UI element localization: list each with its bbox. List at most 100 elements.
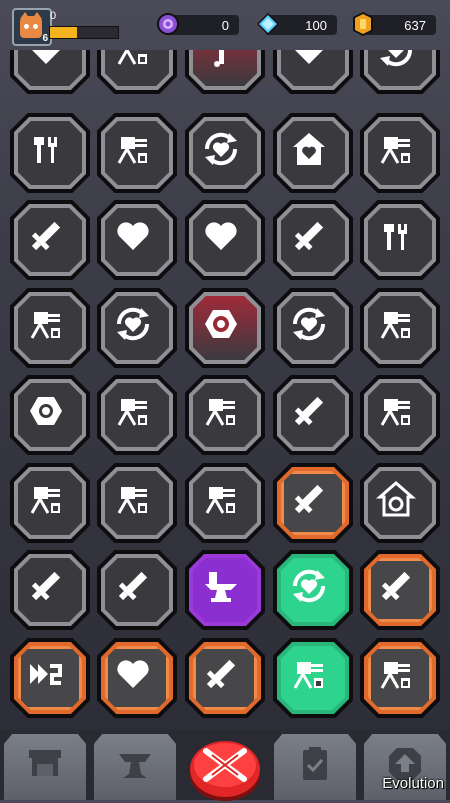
- tile-heart[interactable]: [97, 638, 177, 718]
- tile-heart-cycle[interactable]: [360, 50, 440, 94]
- tile-sword[interactable]: [273, 463, 353, 543]
- tile-turret[interactable]: [10, 463, 90, 543]
- tile-heart[interactable]: [273, 50, 353, 94]
- tile-sword[interactable]: [185, 638, 265, 718]
- gold-currency[interactable]: 637: [353, 12, 436, 36]
- home-refresh-icon: [376, 481, 416, 517]
- tile-turret[interactable]: [185, 375, 265, 455]
- gold-value: 637: [404, 18, 426, 33]
- sword-icon: [31, 221, 61, 251]
- tile-sword[interactable]: [360, 550, 440, 630]
- xp-value: 0: [50, 10, 57, 22]
- turret-upgrade-icon: [117, 399, 147, 426]
- tile-heart-cycle[interactable]: [97, 288, 177, 368]
- anvil-icon: [119, 754, 151, 778]
- sword-icon: [294, 484, 324, 514]
- tile-heart-cycle[interactable]: [185, 113, 265, 193]
- heart-refresh-icon: [292, 569, 326, 603]
- merge-board: [0, 50, 450, 730]
- tile-heart[interactable]: [10, 50, 90, 94]
- tile-sword[interactable]: [10, 550, 90, 630]
- heart-icon: [293, 50, 325, 64]
- turret-upgrade-icon: [205, 487, 235, 514]
- nav-evolution-button[interactable]: Evolution: [364, 734, 446, 800]
- nav-shop-button[interactable]: [4, 734, 86, 800]
- tile-turret[interactable]: [10, 288, 90, 368]
- tile-sword[interactable]: [10, 200, 90, 280]
- hammer-tools-icon: [384, 224, 407, 250]
- hammer-tools-icon: [34, 137, 57, 163]
- turret-upgrade-icon: [205, 399, 235, 426]
- tile-nut[interactable]: [10, 375, 90, 455]
- purple-coin-icon: [157, 13, 179, 35]
- tile-sword[interactable]: [273, 200, 353, 280]
- top-bar: 6 0 0 100 637: [0, 0, 450, 50]
- fox-face-icon: [20, 12, 42, 38]
- nav-missions-button[interactable]: [274, 734, 356, 800]
- anvil-icon: [205, 572, 237, 602]
- tile-x2[interactable]: [10, 638, 90, 718]
- tile-turret[interactable]: [97, 50, 177, 94]
- turret-upgrade-icon: [30, 487, 60, 514]
- purple-currency[interactable]: 0: [157, 13, 239, 35]
- sword-icon: [294, 221, 324, 251]
- tile-home-cycle[interactable]: [360, 463, 440, 543]
- tile-tools[interactable]: [10, 113, 90, 193]
- nav-evolution-label: Evolution: [382, 775, 444, 792]
- turret-upgrade-icon: [117, 50, 147, 65]
- sword-icon: [294, 396, 324, 426]
- tile-sword[interactable]: [273, 375, 353, 455]
- turret-upgrade-icon: [380, 662, 410, 689]
- tile-turret[interactable]: [273, 638, 353, 718]
- tile-turret[interactable]: [97, 113, 177, 193]
- heart-refresh-icon: [204, 132, 238, 166]
- tile-home-heart[interactable]: [273, 113, 353, 193]
- tile-turret[interactable]: [360, 113, 440, 193]
- tile-turret[interactable]: [360, 375, 440, 455]
- tile-anvil[interactable]: [185, 550, 265, 630]
- tile-turret[interactable]: [360, 638, 440, 718]
- diamond-value: 100: [305, 18, 327, 33]
- diamond-icon: [257, 13, 279, 35]
- sword-icon: [31, 571, 61, 601]
- speed-x2-icon: [30, 664, 62, 685]
- tile-heart[interactable]: [97, 200, 177, 280]
- heart-refresh-icon: [379, 50, 413, 67]
- shop-icon: [29, 750, 61, 776]
- tile-turret[interactable]: [97, 375, 177, 455]
- xp-bar: [49, 26, 119, 39]
- turret-upgrade-icon: [117, 487, 147, 514]
- home-heart-icon: [293, 133, 325, 165]
- tile-turret[interactable]: [97, 463, 177, 543]
- turret-upgrade-icon: [380, 399, 410, 426]
- tile-turret[interactable]: [185, 463, 265, 543]
- battle-button[interactable]: [188, 735, 262, 803]
- gold-coin-icon: [353, 12, 373, 36]
- sword-icon: [381, 571, 411, 601]
- player-level: 6: [42, 33, 48, 44]
- tile-heart-cycle[interactable]: [273, 288, 353, 368]
- turret-upgrade-icon: [30, 312, 60, 339]
- meat-icon: [214, 50, 224, 67]
- clipboard-icon: [303, 747, 327, 780]
- turret-upgrade-icon: [380, 312, 410, 339]
- tile-turret[interactable]: [360, 288, 440, 368]
- heart-refresh-icon: [292, 307, 326, 341]
- turret-upgrade-icon: [380, 137, 410, 164]
- tile-heart-cycle[interactable]: [273, 550, 353, 630]
- tile-sword[interactable]: [97, 550, 177, 630]
- turret-upgrade-icon: [293, 662, 323, 689]
- heart-icon: [205, 222, 237, 250]
- heart-icon: [30, 50, 62, 64]
- purple-currency-value: 0: [221, 18, 229, 33]
- tile-tools[interactable]: [360, 200, 440, 280]
- tile-heart[interactable]: [185, 200, 265, 280]
- tile-nut-core[interactable]: [185, 288, 265, 368]
- diamond-currency[interactable]: 100: [257, 13, 337, 35]
- turret-upgrade-icon: [117, 137, 147, 164]
- nav-forge-button[interactable]: [94, 734, 176, 800]
- sword-icon: [206, 659, 236, 689]
- tile-food[interactable]: [185, 50, 265, 94]
- player-avatar[interactable]: 6: [12, 8, 52, 46]
- heart-refresh-icon: [116, 307, 150, 341]
